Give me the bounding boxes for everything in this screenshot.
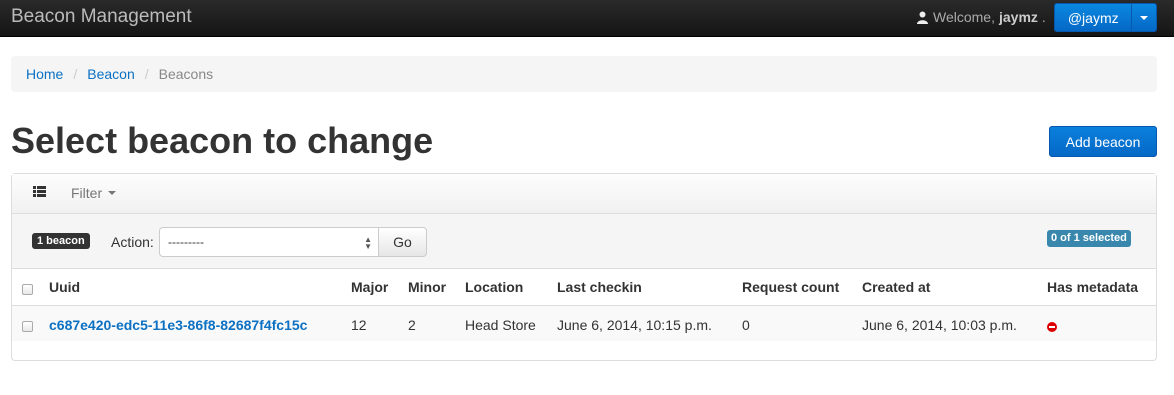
breadcrumb-beacon[interactable]: Beacon [87, 66, 134, 82]
uuid-link[interactable]: c687e420-edc5-11e3-86f8-82687f4fc15c [49, 317, 307, 333]
breadcrumb-home[interactable]: Home [26, 66, 63, 82]
column-header-request-count[interactable]: Request count [742, 279, 839, 295]
cell-request-count: 0 [742, 317, 750, 333]
page-title: Select beacon to change [11, 120, 434, 161]
table-row: c687e420-edc5-11e3-86f8-82687f4fc15c 12 … [12, 305, 1156, 341]
actions-bar: 1 beacon Action: --------- ▲ ▼ Go 0 of 1 … [12, 214, 1156, 269]
welcome-prefix: Welcome, [933, 9, 995, 25]
selected-count-badge: 0 of 1 selected [1047, 230, 1131, 247]
cell-location: Head Store [465, 317, 536, 333]
column-header-created-at[interactable]: Created at [862, 279, 930, 295]
add-beacon-button[interactable]: Add beacon [1049, 126, 1157, 157]
no-metadata-icon [1047, 322, 1057, 332]
select-arrows-icon: ▲ ▼ [364, 235, 372, 251]
breadcrumb: Home / Beacon / Beacons [11, 56, 1157, 92]
user-button-label[interactable]: @jaymz [1055, 4, 1131, 31]
cell-created-at: June 6, 2014, 10:03 p.m. [862, 317, 1017, 333]
changelist-panel: Filter 1 beacon Action: --------- ▲ ▼ Go … [11, 173, 1157, 361]
welcome-username: jaymz [998, 9, 1038, 25]
select-all-checkbox[interactable] [22, 284, 33, 295]
column-header-last-checkin[interactable]: Last checkin [557, 279, 642, 295]
top-navbar: Beacon Management Welcome, jaymz. @jaymz [0, 0, 1174, 37]
filter-label: Filter [71, 185, 103, 201]
welcome-message: Welcome, jaymz. [916, 9, 1046, 25]
filter-dropdown[interactable]: Filter [71, 185, 117, 201]
column-header-has-metadata[interactable]: Has metadata [1047, 279, 1138, 295]
list-icon[interactable] [33, 186, 46, 197]
cell-major: 12 [351, 317, 367, 333]
user-dropdown-toggle[interactable] [1131, 4, 1156, 31]
column-header-minor[interactable]: Minor [408, 279, 446, 295]
action-select-value: --------- [168, 235, 204, 249]
result-count-badge: 1 beacon [32, 233, 90, 249]
breadcrumb-separator: / [144, 66, 149, 82]
cell-last-checkin: June 6, 2014, 10:15 p.m. [557, 317, 712, 333]
column-header-uuid[interactable]: Uuid [49, 279, 80, 295]
chevron-down-icon [108, 191, 117, 195]
go-button[interactable]: Go [378, 227, 427, 257]
chevron-down-icon [1140, 15, 1149, 20]
action-select[interactable]: --------- ▲ ▼ [159, 227, 379, 257]
column-header-location[interactable]: Location [465, 279, 523, 295]
welcome-suffix: . [1041, 9, 1046, 25]
changelist-toolbar: Filter [12, 174, 1156, 214]
cell-minor: 2 [408, 317, 416, 333]
row-checkbox[interactable] [22, 321, 33, 332]
column-header-major[interactable]: Major [351, 279, 388, 295]
user-menu-button[interactable]: @jaymz [1054, 3, 1157, 32]
breadcrumb-separator: / [73, 66, 78, 82]
user-icon [917, 11, 928, 24]
brand-title[interactable]: Beacon Management [11, 6, 192, 28]
action-label: Action: [111, 234, 154, 250]
breadcrumb-current: Beacons [158, 66, 214, 82]
